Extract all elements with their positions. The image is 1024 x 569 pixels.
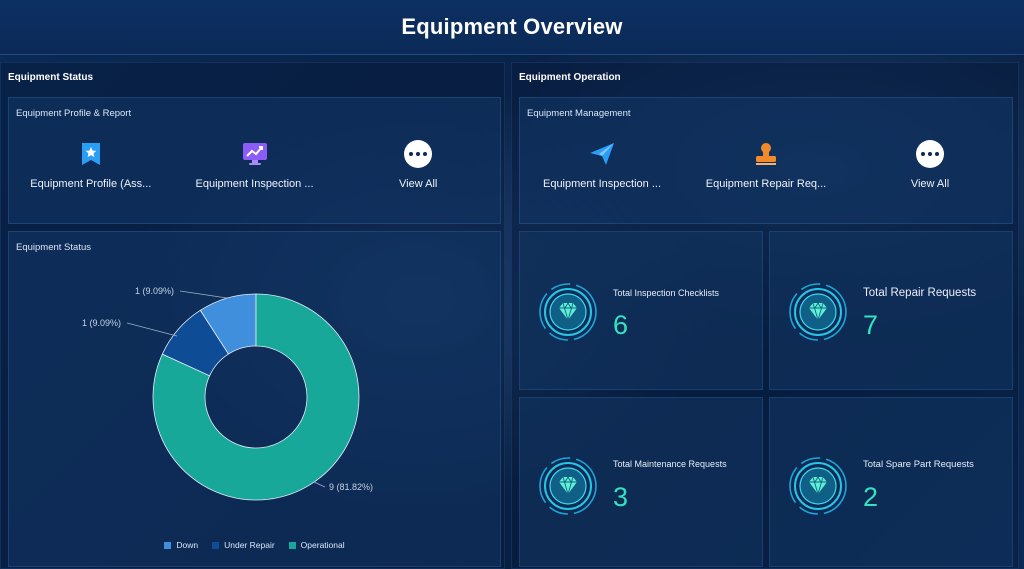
equipment-profile-link[interactable]: Equipment Profile (Ass... (9, 140, 173, 200)
quick-link-label: Equipment Profile (Ass... (30, 178, 152, 190)
view-all-management-button[interactable]: View All (848, 140, 1012, 200)
legend-label: Under Repair (224, 540, 275, 550)
legend-item-down[interactable]: Down (164, 540, 198, 550)
equipment-inspection-report-link[interactable]: Equipment Inspection ... (173, 140, 337, 200)
data-label: 1 (9.09%) (135, 286, 174, 296)
legend-item-operational[interactable]: Operational (288, 540, 345, 550)
more-dots-icon (916, 140, 944, 168)
view-all-profile-button[interactable]: View All (336, 140, 500, 200)
legend-item-under-repair[interactable]: Under Repair (212, 540, 275, 550)
legend-swatch (212, 541, 220, 549)
stat-label: Total Inspection Checklists (613, 288, 720, 298)
bookmark-star-icon (77, 140, 105, 168)
equipment-status-chart-card: Equipment Status 1 (9.09%) 1 (9.09%) 9 (81… (8, 231, 501, 567)
chart-legend: Down Under Repair Operational (9, 540, 500, 550)
stat-label: Total Maintenance Requests (613, 459, 727, 469)
legend-swatch (288, 541, 296, 549)
stat-card-inspection-checklists[interactable]: Total Inspection Checklists 6 (519, 231, 763, 390)
diamond-ring-icon (539, 283, 597, 341)
diamond-ring-icon (539, 457, 597, 515)
stat-card-maintenance-requests[interactable]: Total Maintenance Requests 3 (519, 397, 763, 567)
stat-card-repair-requests[interactable]: Total Repair Requests 7 (769, 231, 1013, 390)
more-dots-icon (404, 140, 433, 168)
section-title: Equipment Status (8, 72, 94, 83)
stat-card-spare-part-requests[interactable]: Total Spare Part Requests 2 (769, 397, 1013, 567)
equipment-repair-request-link[interactable]: Equipment Repair Req... (684, 140, 848, 200)
data-label-leader-line (313, 481, 326, 488)
quick-link-label: View All (910, 178, 950, 190)
stat-label: Total Spare Part Requests (863, 459, 974, 470)
stat-value: 2 (863, 482, 879, 512)
quick-link-label: Equipment Inspection ... (542, 178, 661, 190)
card-title: Equipment Management (527, 108, 631, 119)
equipment-status-section: Equipment Status Equipment Profile & Rep… (0, 62, 505, 569)
stamp-icon (752, 140, 780, 168)
data-label-leader-line (126, 322, 178, 337)
data-label: 1 (9.09%) (82, 318, 121, 328)
legend-label: Operational (300, 540, 345, 550)
section-title: Equipment Operation (519, 72, 621, 83)
legend-label: Down (176, 540, 199, 550)
quick-link-label: Equipment Inspection ... (195, 178, 314, 190)
page-title: Equipment Overview (401, 14, 623, 39)
equipment-profile-card: Equipment Profile & Report Equipment Pro… (8, 97, 501, 224)
data-label: 9 (81.82%) (329, 482, 373, 492)
stat-label: Total Repair Requests (863, 287, 977, 299)
paper-plane-icon (588, 140, 616, 168)
equipment-status-donut-chart: 1 (9.09%) 1 (9.09%) 9 (81.82%) (82, 286, 373, 501)
monitor-chart-icon (241, 140, 269, 168)
stat-value: 7 (863, 310, 879, 340)
card-title: Equipment Profile & Report (16, 108, 132, 119)
diamond-ring-icon (789, 283, 847, 341)
diamond-ring-icon (789, 457, 847, 515)
equipment-inspection-link[interactable]: Equipment Inspection ... (520, 140, 684, 200)
equipment-operation-section: Equipment Operation Equipment Management… (511, 62, 1019, 569)
page-header: Equipment Overview (0, 0, 1024, 55)
stat-value: 6 (613, 310, 629, 340)
equipment-management-card: Equipment Management Equipment Inspectio… (519, 97, 1013, 224)
legend-swatch (164, 541, 172, 549)
stat-value: 3 (613, 482, 629, 512)
data-label-leader-line (179, 290, 228, 299)
quick-link-label: Equipment Repair Req... (705, 178, 827, 190)
quick-link-label: View All (399, 178, 438, 190)
